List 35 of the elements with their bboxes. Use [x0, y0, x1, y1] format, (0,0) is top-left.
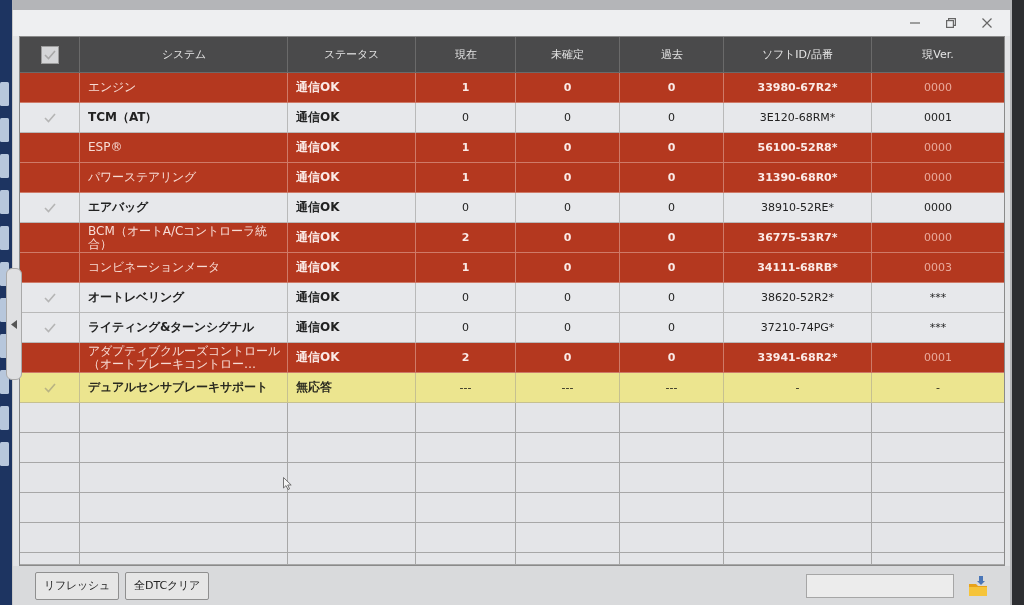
folder-icon: [968, 574, 988, 597]
pointer-icon: [283, 477, 292, 490]
table-row[interactable]: オートレベリング 通信OK 0 0 0 38620-52R2* ***: [20, 283, 1004, 313]
restore-icon: [946, 18, 956, 28]
table-row[interactable]: デュアルセンサブレーキサポート 無応答 --- --- --- - -: [20, 373, 1004, 403]
tile-icon: [0, 154, 9, 178]
tile-icon: [0, 406, 9, 430]
tile-icon: [0, 118, 9, 142]
table-row[interactable]: アダプティブクルーズコントロール（オートブレーキコントロー… 通信OK 2 0 0 33941-68R2* 0001: [20, 343, 1004, 373]
tile-icon: [0, 226, 9, 250]
action-button[interactable]: リフレッシュ: [35, 571, 119, 600]
table-row[interactable]: エンジン 通信OK 1 0 0 33980-67R2* 0000: [20, 73, 1004, 103]
table-row[interactable]: ESP® 通信OK 1 0 0 56100-52R8* 0000: [20, 133, 1004, 163]
check-icon: [43, 382, 56, 393]
table-row[interactable]: エアバッグ 通信OK 0 0 0 38910-52RE* 0000: [20, 193, 1004, 223]
tile-icon: [0, 82, 9, 106]
table-row[interactable]: パワーステアリング 通信OK 1 0 0 31390-68R0* 0000: [20, 163, 1004, 193]
action-button[interactable]: 全DTCクリア: [125, 571, 210, 600]
check-icon: [43, 292, 56, 303]
check-icon: [43, 322, 56, 333]
text-field[interactable]: [806, 573, 954, 598]
check-icon: [43, 202, 56, 213]
table-row[interactable]: コンビネーションメータ 通信OK 1 0 0 34111-68RB* 0003: [20, 253, 1004, 283]
collapse-handle[interactable]: [6, 268, 22, 380]
table-row[interactable]: TCM（AT） 通信OK 0 0 0 3E120-68RM* 0001: [20, 103, 1004, 133]
close-icon: [982, 18, 992, 28]
tile-icon: [0, 442, 9, 466]
tile-icon: [0, 190, 9, 214]
tile-icon: [0, 370, 9, 394]
check-icon: [43, 49, 56, 60]
left-triangle-icon: [11, 319, 17, 329]
select-all-checkbox[interactable]: [40, 45, 59, 64]
table-row[interactable]: ライティング&ターンシグナル 通信OK 0 0 0 37210-74PG* ***: [20, 313, 1004, 343]
table-row[interactable]: BCM（オートA/Cコントローラ統合） 通信OK 2 0 0 36775-53R7* 0000: [20, 223, 1004, 253]
check-icon: [43, 112, 56, 123]
